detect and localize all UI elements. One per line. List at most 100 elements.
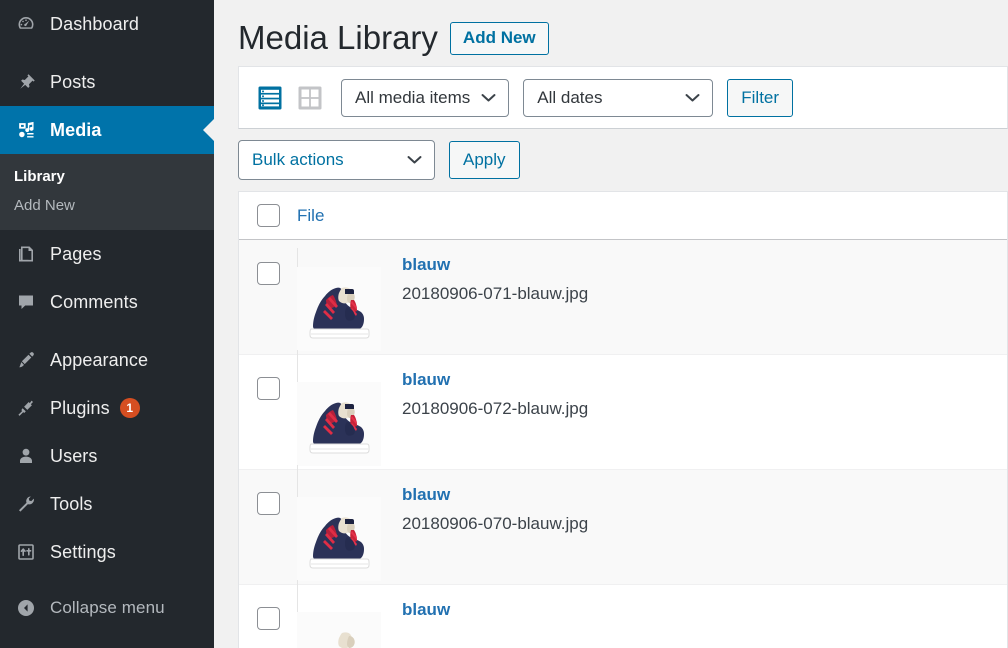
file-name-text: 20180906-071-blauw.jpg <box>402 283 589 303</box>
sidebar-divider <box>0 48 214 58</box>
media-table: File blauw 20180906-071-blauw.jpg blauw … <box>238 191 1008 648</box>
sidebar-item-label: Comments <box>50 291 138 312</box>
sidebar-item-plugins[interactable]: Plugins 1 <box>0 384 214 432</box>
sidebar-divider <box>0 326 214 336</box>
file-meta-cell: blauw <box>389 585 450 623</box>
bulk-actions-row: Bulk actions Apply <box>238 129 1008 191</box>
media-toolbar: All media items All dates Filter <box>238 66 1008 129</box>
media-type-filter-value: All media items <box>355 87 471 107</box>
chevron-down-icon <box>685 88 700 108</box>
page-header: Media Library Add New <box>238 10 1008 66</box>
file-title-link[interactable]: blauw <box>402 597 450 623</box>
file-meta-cell: blauw 20180906-070-blauw.jpg <box>389 470 588 540</box>
thumbnail-cell <box>297 240 389 369</box>
pages-icon <box>8 244 44 264</box>
sidebar-item-posts[interactable]: Posts <box>0 58 214 106</box>
wrench-icon <box>8 494 44 514</box>
row-checkbox[interactable] <box>256 492 280 515</box>
add-new-button[interactable]: Add New <box>449 21 549 55</box>
file-name-text: 20180906-072-blauw.jpg <box>402 398 589 418</box>
sidebar-item-label: Pages <box>50 243 102 264</box>
navy-hightop-sneaker-thumbnail[interactable] <box>297 363 389 484</box>
sidebar-item-comments[interactable]: Comments <box>0 278 214 326</box>
submenu-item-label: Add New <box>14 197 75 214</box>
file-meta-cell: blauw 20180906-072-blauw.jpg <box>389 355 588 425</box>
table-row: blauw 20180906-071-blauw.jpg <box>239 240 1007 369</box>
pin-icon <box>8 72 44 92</box>
select-all-checkbox[interactable] <box>256 204 280 227</box>
sidebar-item-dashboard[interactable]: Dashboard <box>0 0 214 48</box>
date-filter[interactable]: All dates <box>523 78 714 117</box>
media-type-filter[interactable]: All media items <box>341 78 510 117</box>
dashboard-icon <box>8 14 44 34</box>
table-header-row: File <box>239 192 1007 240</box>
sidebar-item-label: Plugins <box>50 397 110 418</box>
page-title: Media Library <box>238 19 438 57</box>
row-select-cell <box>239 470 297 515</box>
sidebar-item-label: Settings <box>50 541 116 562</box>
sidebar-item-label: Appearance <box>50 349 149 370</box>
brush-icon <box>8 350 44 370</box>
filter-button[interactable]: Filter <box>727 78 794 117</box>
submenu-item-add-new[interactable]: Add New <box>0 191 214 220</box>
row-select-cell <box>239 355 297 400</box>
sidebar-divider <box>0 576 214 586</box>
navy-hightop-sneaker-thumbnail[interactable] <box>297 478 389 599</box>
submenu-item-label: Library <box>14 168 65 185</box>
list-view-icon[interactable] <box>257 85 283 111</box>
user-icon <box>8 446 44 466</box>
sidebar-item-label: Dashboard <box>50 13 139 34</box>
plugins-update-badge: 1 <box>119 398 140 418</box>
sliders-icon <box>8 542 44 562</box>
thumbnail-cell <box>297 585 389 648</box>
date-filter-value: All dates <box>537 87 603 107</box>
table-row: blauw 20180906-072-blauw.jpg <box>239 355 1007 484</box>
comments-icon <box>8 292 44 312</box>
media-submenu: Library Add New <box>0 154 214 230</box>
select-all-cell <box>239 204 297 227</box>
row-select-cell <box>239 585 297 630</box>
collapse-menu-label: Collapse menu <box>50 598 165 617</box>
main-content: Media Library Add New All media items Al… <box>214 0 1008 648</box>
submenu-item-library[interactable]: Library <box>0 162 214 191</box>
admin-sidebar: Dashboard Posts Media Library Add New Pa… <box>0 0 214 648</box>
thumbnail-cell <box>297 355 389 484</box>
navy-hightop-sneaker-thumbnail[interactable] <box>297 248 389 369</box>
plug-icon <box>8 398 44 418</box>
file-meta-cell: blauw 20180906-071-blauw.jpg <box>389 240 588 310</box>
table-row: blauw <box>239 585 1007 648</box>
file-name-text: 20180906-070-blauw.jpg <box>402 513 589 533</box>
bulk-actions-value: Bulk actions <box>252 150 344 169</box>
row-checkbox[interactable] <box>256 262 280 285</box>
grid-view-icon[interactable] <box>297 85 323 111</box>
sidebar-item-label: Media <box>50 119 102 140</box>
sidebar-item-tools[interactable]: Tools <box>0 480 214 528</box>
sidebar-item-appearance[interactable]: Appearance <box>0 336 214 384</box>
collapse-menu-button[interactable]: Collapse menu <box>0 586 214 630</box>
navy-hightop-sneaker-thumbnail[interactable] <box>297 593 389 648</box>
row-select-cell <box>239 240 297 285</box>
apply-button[interactable]: Apply <box>449 141 520 179</box>
row-checkbox[interactable] <box>256 377 280 400</box>
sidebar-item-label: Tools <box>50 493 93 514</box>
wordpress-admin: Dashboard Posts Media Library Add New Pa… <box>0 0 1008 648</box>
column-header-file[interactable]: File <box>297 206 324 226</box>
file-title-link[interactable]: blauw <box>402 252 588 278</box>
sidebar-item-label: Posts <box>50 71 96 92</box>
table-row: blauw 20180906-070-blauw.jpg <box>239 470 1007 599</box>
row-checkbox[interactable] <box>256 607 280 630</box>
chevron-down-icon <box>407 150 422 170</box>
chevron-left-circle-icon <box>8 598 44 618</box>
sidebar-item-label: Users <box>50 445 98 466</box>
sidebar-item-settings[interactable]: Settings <box>0 528 214 576</box>
sidebar-item-users[interactable]: Users <box>0 432 214 480</box>
file-title-link[interactable]: blauw <box>402 367 588 393</box>
sidebar-item-media[interactable]: Media <box>0 106 214 154</box>
sidebar-item-pages[interactable]: Pages <box>0 230 214 278</box>
bulk-actions-select[interactable]: Bulk actions <box>238 140 435 180</box>
media-icon <box>8 120 44 141</box>
thumbnail-cell <box>297 470 389 599</box>
file-title-link[interactable]: blauw <box>402 482 588 508</box>
chevron-down-icon <box>481 88 496 108</box>
view-switcher <box>257 85 323 111</box>
